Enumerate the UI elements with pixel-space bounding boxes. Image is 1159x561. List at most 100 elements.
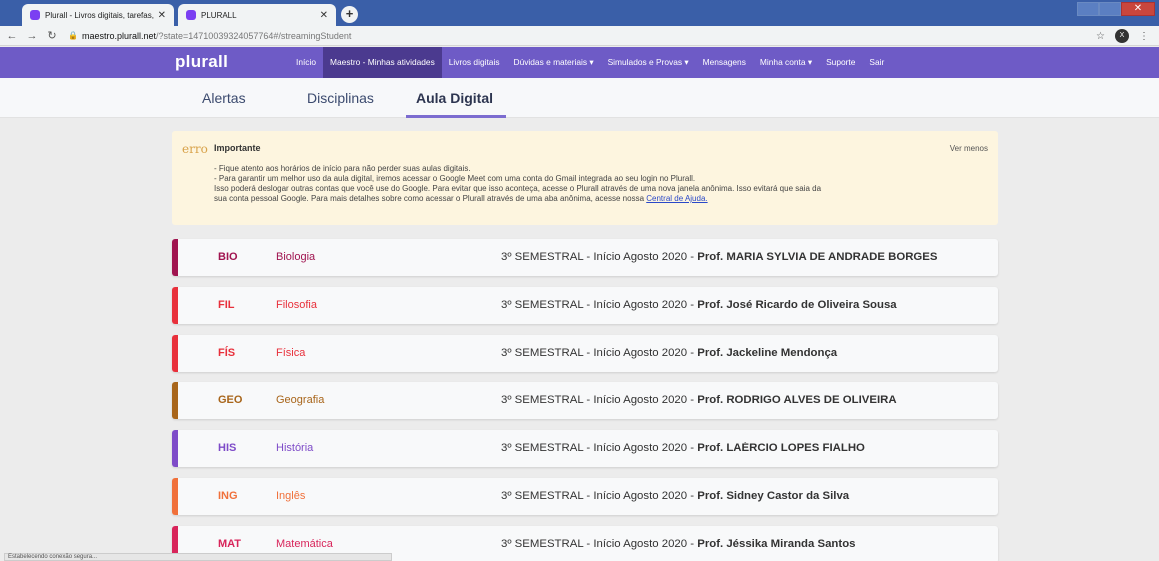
semester-info: 3º SEMESTRAL - Início Agosto 2020 -	[501, 251, 698, 263]
subject-description: 3º SEMESTRAL - Início Agosto 2020 - Prof…	[501, 490, 971, 502]
subject-name: História	[276, 442, 314, 454]
minimize-button[interactable]	[1077, 2, 1099, 16]
subject-code: FÍS	[218, 347, 236, 359]
main-navigation: plurall Início Maestro - Minhas atividad…	[0, 47, 1159, 78]
browser-tab-strip: Plurall - Livros digitais, tarefas, tu ✕…	[0, 0, 1159, 26]
url-path: /?state=14710039324057764#/streamingStud…	[156, 30, 352, 41]
subject-name: Inglês	[276, 490, 306, 502]
subject-row[interactable]: BIO Biologia 3º SEMESTRAL - Início Agosto …	[172, 239, 998, 276]
nav-maestro[interactable]: Maestro - Minhas atividades	[323, 47, 442, 78]
subject-color-stripe	[172, 382, 178, 419]
subject-name: Matemática	[276, 538, 333, 550]
subject-color-stripe	[172, 430, 178, 467]
semester-info: 3º SEMESTRAL - Início Agosto 2020 -	[501, 394, 698, 406]
teacher-name: Prof. RODRIGO ALVES DE OLIVEIRA	[697, 394, 897, 406]
subject-code: BIO	[218, 251, 238, 263]
close-tab-icon[interactable]: ✕	[158, 10, 166, 21]
subject-code: GEO	[218, 394, 243, 406]
profile-avatar[interactable]: X	[1115, 29, 1129, 43]
nav-livros-digitais[interactable]: Livros digitais	[442, 47, 507, 78]
plurall-favicon-icon	[30, 10, 40, 20]
browser-tab-2[interactable]: PLURALL ✕	[178, 4, 336, 26]
subject-row[interactable]: HIS História 3º SEMESTRAL - Início Agosto …	[172, 430, 998, 467]
bookmark-star-icon[interactable]: ☆	[1096, 31, 1105, 42]
subject-name: Geografia	[276, 394, 325, 406]
semester-info: 3º SEMESTRAL - Início Agosto 2020 -	[501, 299, 698, 311]
nav-minha-conta[interactable]: Minha conta ▾	[753, 47, 819, 78]
tab-alertas[interactable]: Alertas	[202, 90, 246, 106]
semester-info: 3º SEMESTRAL - Início Agosto 2020 -	[501, 442, 698, 454]
nav-mensagens[interactable]: Mensagens	[696, 47, 753, 78]
url-field[interactable]: 🔒 maestro.plurall.net /?state=1471003932…	[68, 31, 351, 41]
subject-row[interactable]: GEO Geografia 3º SEMESTRAL - Início Agosto…	[172, 382, 998, 419]
erro-icon: erro	[182, 142, 208, 156]
tab-title: PLURALL	[201, 10, 237, 20]
notice-line: sua conta pessoal Google. Para mais deta…	[214, 194, 984, 204]
plurall-favicon-icon	[186, 10, 196, 20]
subject-description: 3º SEMESTRAL - Início Agosto 2020 - Prof…	[501, 251, 971, 263]
nav-duvidas-materiais[interactable]: Dúvidas e materiais ▾	[507, 47, 601, 78]
browser-tab-1[interactable]: Plurall - Livros digitais, tarefas, tu ✕	[22, 4, 174, 26]
subject-name: Biologia	[276, 251, 316, 263]
tab-disciplinas[interactable]: Disciplinas	[307, 90, 374, 106]
subject-description: 3º SEMESTRAL - Início Agosto 2020 - Prof…	[501, 299, 971, 311]
notice-line: - Fique atento aos horários de início pa…	[214, 164, 471, 173]
teacher-name: Prof. José Ricardo de Oliveira Sousa	[697, 299, 897, 311]
new-tab-button[interactable]: +	[341, 6, 358, 23]
subject-row[interactable]: FÍS Física 3º SEMESTRAL - Início Agosto 20…	[172, 335, 998, 372]
window-controls: ✕	[1077, 2, 1155, 16]
important-notice: erro Importante Ver menos - Fique atento…	[172, 131, 998, 225]
subject-name: Filosofia	[276, 299, 317, 311]
subject-description: 3º SEMESTRAL - Início Agosto 2020 - Prof…	[501, 538, 971, 550]
semester-info: 3º SEMESTRAL - Início Agosto 2020 -	[501, 347, 698, 359]
subject-description: 3º SEMESTRAL - Início Agosto 2020 - Prof…	[501, 394, 971, 406]
subject-row[interactable]: ING Inglês 3º SEMESTRAL - Início Agosto 20…	[172, 478, 998, 515]
tab-title: Plurall - Livros digitais, tarefas, tu	[45, 10, 154, 20]
teacher-name: Prof. MARIA SYLVIA DE ANDRADE BORGES	[697, 251, 938, 263]
ver-menos-link[interactable]: Ver menos	[950, 144, 988, 153]
close-window-button[interactable]: ✕	[1121, 2, 1155, 16]
subject-code: MAT	[218, 538, 242, 550]
nav-simulados-provas[interactable]: Simulados e Provas ▾	[601, 47, 696, 78]
maximize-button[interactable]	[1099, 2, 1121, 16]
tab-aula-digital[interactable]: Aula Digital	[416, 90, 493, 106]
menu-dots-icon[interactable]: ⋮	[1139, 31, 1149, 42]
teacher-name: Prof. LAÉRCIO LOPES FIALHO	[697, 442, 865, 454]
subject-color-stripe	[172, 335, 178, 372]
notice-body: - Fique atento aos horários de início pa…	[214, 164, 984, 204]
subject-row[interactable]: FIL Filosofia 3º SEMESTRAL - Início Agosto…	[172, 287, 998, 324]
semester-info: 3º SEMESTRAL - Início Agosto 2020 -	[501, 490, 698, 502]
nav-sair[interactable]: Sair	[862, 47, 891, 78]
teacher-name: Prof. Jéssika Miranda Santos	[697, 538, 856, 550]
subject-description: 3º SEMESTRAL - Início Agosto 2020 - Prof…	[501, 442, 971, 454]
subject-code: ING	[218, 490, 238, 502]
central-de-ajuda-link[interactable]: Central de Ajuda.	[646, 194, 707, 203]
forward-icon[interactable]: →	[24, 30, 40, 42]
subject-color-stripe	[172, 239, 178, 276]
notice-line: Isso poderá deslogar outras contas que v…	[214, 184, 822, 193]
nav-suporte[interactable]: Suporte	[819, 47, 862, 78]
address-bar: ← → ↻ 🔒 maestro.plurall.net /?state=1471…	[0, 26, 1159, 46]
plurall-logo[interactable]: plurall	[175, 52, 228, 72]
notice-title: Importante	[214, 143, 261, 153]
back-icon[interactable]: ←	[4, 30, 20, 42]
close-tab-icon[interactable]: ✕	[320, 10, 328, 21]
subject-color-stripe	[172, 287, 178, 324]
nav-inicio[interactable]: Início	[289, 47, 323, 78]
status-bar: Estabelecendo conexão segura...	[4, 553, 392, 561]
subject-code: FIL	[218, 299, 235, 311]
teacher-name: Prof. Jackeline Mendonça	[697, 347, 838, 359]
semester-info: 3º SEMESTRAL - Início Agosto 2020 -	[501, 538, 698, 550]
teacher-name: Prof. Sidney Castor da Silva	[697, 490, 850, 502]
url-host: maestro.plurall.net	[81, 30, 157, 41]
subject-description: 3º SEMESTRAL - Início Agosto 2020 - Prof…	[501, 347, 971, 359]
lock-icon: 🔒	[68, 31, 78, 40]
sub-navigation: Alertas Disciplinas Aula Digital	[0, 78, 1159, 118]
active-tab-indicator	[406, 115, 506, 118]
subject-color-stripe	[172, 478, 178, 515]
notice-line-text: sua conta pessoal Google. Para mais deta…	[214, 194, 647, 203]
reload-icon[interactable]: ↻	[44, 29, 60, 42]
notice-line: - Para garantir um melhor uso da aula di…	[214, 174, 696, 183]
subject-code: HIS	[218, 442, 237, 454]
subject-name: Física	[276, 347, 306, 359]
